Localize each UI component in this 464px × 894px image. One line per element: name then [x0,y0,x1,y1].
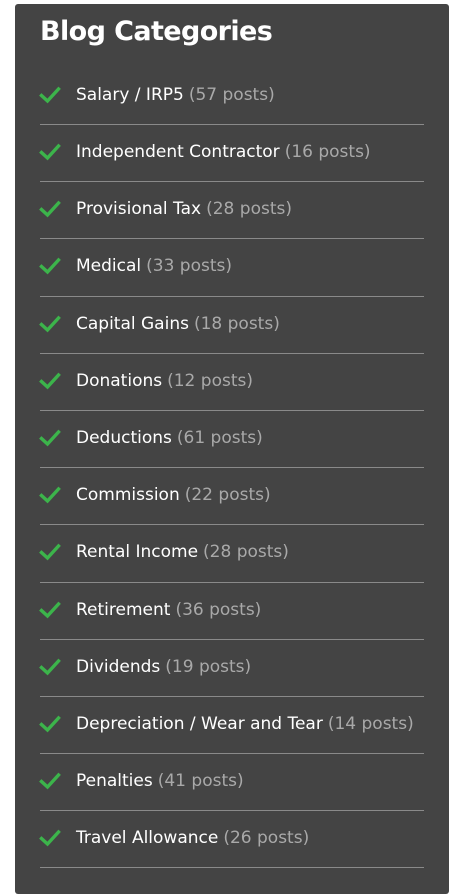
category-link[interactable]: Commission [76,485,180,505]
post-count: (28 posts) [203,542,289,563]
post-count: (57 posts) [188,84,275,105]
category-item[interactable]: Capital Gains (18 posts) [39,297,424,354]
category-link[interactable]: Retirement [76,600,170,620]
checkmark-icon [39,827,61,849]
post-count: (18 posts) [193,313,280,334]
category-item[interactable]: Medical (33 posts) [39,239,424,297]
post-count: (33 posts) [146,256,233,277]
category-link[interactable]: Depreciation / Wear and Tear [76,714,323,734]
post-count: (22 posts) [184,485,271,506]
category-label-wrap: Retirement (36 posts) [76,600,261,620]
category-link[interactable]: Salary / IRP5 [76,85,184,105]
category-link[interactable]: Dividends [76,657,160,677]
checkmark-icon [39,84,61,106]
category-label-wrap: Travel Allowance (26 posts) [76,828,309,848]
category-item[interactable]: Dividends (19 posts) [39,640,424,697]
category-label-wrap: Independent Contractor (16 posts) [76,142,371,162]
category-item[interactable]: Travel Allowance (26 posts) [39,811,424,869]
checkmark-icon [39,313,61,335]
post-count: (19 posts) [165,656,252,677]
category-label-wrap: Depreciation / Wear and Tear (14 posts) [76,714,414,734]
checkmark-icon [39,713,61,735]
category-link[interactable]: Medical [76,256,141,276]
blog-categories-widget: Blog Categories Salary / IRP5 (57 posts) I… [15,4,449,894]
category-link[interactable]: Penalties [76,771,153,791]
checkmark-icon [39,370,61,392]
category-item[interactable]: Deductions (61 posts) [39,411,424,469]
category-label-wrap: Commission (22 posts) [76,485,271,505]
checkmark-icon [39,656,61,678]
post-count: (41 posts) [157,771,244,792]
checkmark-icon [39,770,61,792]
post-count: (26 posts) [223,828,310,849]
post-count: (61 posts) [176,428,263,449]
category-link[interactable]: Deductions [76,428,172,448]
category-item[interactable]: Provisional Tax (28 posts) [39,182,424,240]
category-list: Salary / IRP5 (57 posts) Independent Contr… [39,67,424,869]
category-label-wrap: Deductions (61 posts) [76,428,263,448]
category-item[interactable]: Commission (22 posts) [39,468,424,526]
category-item[interactable]: Rental Income (28 posts) [39,525,424,583]
checkmark-icon [39,141,61,163]
post-count: (16 posts) [284,142,371,163]
checkmark-icon [39,427,61,449]
category-link[interactable]: Independent Contractor [76,142,280,162]
category-item[interactable]: Penalties (41 posts) [39,754,424,812]
category-link[interactable]: Capital Gains [76,314,189,334]
category-link[interactable]: Travel Allowance [76,828,218,848]
post-count: (28 posts) [206,199,292,220]
category-link[interactable]: Donations [76,371,162,391]
category-label-wrap: Medical (33 posts) [76,256,232,276]
post-count: (12 posts) [167,370,253,391]
category-label-wrap: Capital Gains (18 posts) [76,314,280,334]
category-label-wrap: Provisional Tax (28 posts) [76,199,292,219]
widget-title: Blog Categories [40,16,273,47]
checkmark-icon [39,599,61,621]
category-label-wrap: Penalties (41 posts) [76,771,244,791]
checkmark-icon [39,255,61,277]
category-item[interactable]: Depreciation / Wear and Tear (14 posts) [39,697,424,755]
post-count: (36 posts) [175,599,262,620]
category-label-wrap: Donations (12 posts) [76,371,253,391]
category-item[interactable]: Independent Contractor (16 posts) [39,125,424,183]
category-item[interactable]: Salary / IRP5 (57 posts) [39,67,424,125]
category-item[interactable]: Donations (12 posts) [39,354,424,411]
checkmark-icon [39,541,61,563]
checkmark-icon [39,198,61,220]
category-link[interactable]: Provisional Tax [76,199,201,219]
category-label-wrap: Dividends (19 posts) [76,657,251,677]
category-item[interactable]: Retirement (36 posts) [39,583,424,640]
category-label-wrap: Rental Income (28 posts) [76,542,289,562]
post-count: (14 posts) [327,713,414,734]
category-link[interactable]: Rental Income [76,542,198,562]
category-label-wrap: Salary / IRP5 (57 posts) [76,85,275,105]
checkmark-icon [39,484,61,506]
